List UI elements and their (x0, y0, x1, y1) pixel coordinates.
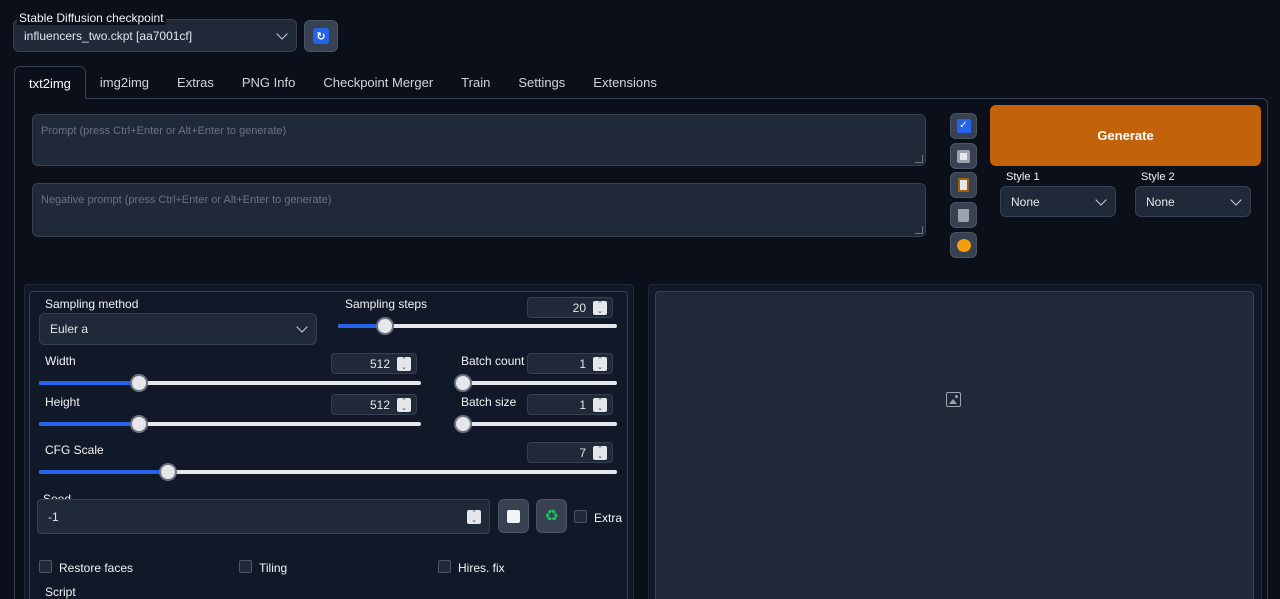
spinner-icon[interactable]: ⌃ ⌄ (593, 446, 607, 460)
resize-handle-icon[interactable] (915, 155, 923, 163)
chevron-down-icon (1230, 193, 1242, 206)
seed-value: -1 (48, 509, 59, 524)
batch-size-value: 1 (579, 397, 586, 412)
sampling-steps-label: Sampling steps (345, 297, 428, 311)
dice-icon (507, 509, 520, 523)
extra-checkbox[interactable] (574, 510, 587, 523)
width-slider[interactable] (39, 374, 421, 392)
height-label: Height (45, 395, 80, 409)
slider-thumb[interactable] (129, 374, 148, 392)
chevron-down-icon (1095, 193, 1107, 206)
slider-fill (39, 470, 169, 474)
floppy-disk-icon (957, 149, 970, 163)
prompt-placeholder: Prompt (press Ctrl+Enter or Alt+Enter to… (41, 125, 287, 137)
tab-txt2img[interactable]: txt2img (14, 66, 86, 99)
generate-button[interactable]: Generate (990, 105, 1261, 166)
width-value: 512 (369, 356, 390, 371)
tab-extensions[interactable]: Extensions (579, 66, 671, 99)
image-icon (946, 392, 961, 407)
style2-value: None (1146, 194, 1175, 209)
batch-count-label: Batch count (461, 354, 525, 368)
slider-fill (39, 422, 139, 426)
restore-faces-checkbox[interactable] (39, 560, 52, 573)
save-style-button[interactable] (950, 143, 977, 169)
style2-label: Style 2 (1141, 171, 1175, 183)
cfg-scale-label: CFG Scale (45, 443, 104, 457)
height-value: 512 (369, 397, 390, 412)
negative-prompt-placeholder: Negative prompt (press Ctrl+Enter or Alt… (41, 194, 332, 206)
random-seed-button[interactable] (498, 499, 529, 533)
slider-thumb[interactable] (376, 317, 395, 335)
sampling-method-value: Euler a (50, 322, 89, 336)
spinner-icon[interactable]: ⌃ ⌄ (593, 357, 607, 371)
slider-thumb[interactable] (129, 415, 148, 433)
spinner-icon[interactable]: ⌃ ⌄ (397, 398, 411, 412)
batch-count-value: 1 (579, 356, 586, 371)
style1-value: None (1011, 194, 1040, 209)
recycle-icon: ♻ (544, 508, 559, 525)
hires-fix-label: Hires. fix (458, 561, 505, 575)
tab-img2img[interactable]: img2img (86, 66, 163, 99)
style1-dropdown[interactable]: None (1000, 186, 1116, 217)
height-slider[interactable] (39, 415, 421, 433)
cfg-scale-slider[interactable] (39, 463, 617, 481)
restore-faces-label: Restore faces (59, 561, 134, 575)
checkpoint-label: Stable Diffusion checkpoint (17, 11, 166, 25)
sampling-steps-input[interactable]: 20 ⌃ ⌄ (527, 297, 613, 318)
tab-settings[interactable]: Settings (504, 66, 579, 99)
style1-label: Style 1 (1006, 171, 1040, 183)
batch-size-slider[interactable] (454, 415, 617, 433)
tiling-checkbox[interactable] (239, 560, 252, 573)
spinner-icon[interactable]: ⌃ ⌄ (467, 510, 481, 524)
negative-prompt-input[interactable]: Negative prompt (press Ctrl+Enter or Alt… (32, 183, 926, 237)
sampling-steps-value: 20 (572, 300, 586, 315)
sampling-method-dropdown[interactable]: Euler a (39, 313, 317, 345)
chevron-down-icon (296, 321, 308, 333)
cfg-scale-value: 7 (579, 445, 586, 460)
height-input[interactable]: 512 ⌃ ⌄ (331, 394, 417, 415)
spinner-icon[interactable]: ⌃ ⌄ (593, 398, 607, 412)
read-params-button[interactable]: ✓ (950, 113, 977, 139)
extra-networks-button[interactable] (950, 232, 977, 258)
tiling-label: Tiling (259, 561, 288, 575)
tab-checkpoint-merger[interactable]: Checkpoint Merger (309, 66, 447, 99)
apply-style-button[interactable] (950, 172, 977, 198)
prompt-input[interactable]: Prompt (press Ctrl+Enter or Alt+Enter to… (32, 114, 926, 166)
trash-icon (958, 208, 969, 222)
width-input[interactable]: 512 ⌃ ⌄ (331, 353, 417, 374)
spinner-icon[interactable]: ⌃ ⌄ (593, 301, 607, 315)
checkmark-icon: ✓ (956, 119, 971, 133)
reuse-seed-button[interactable]: ♻ (536, 499, 567, 533)
hires-fix-checkbox[interactable] (438, 560, 451, 573)
tab-train[interactable]: Train (447, 66, 504, 99)
width-label: Width (45, 354, 76, 368)
output-image-area (655, 291, 1254, 599)
chevron-down-icon (276, 27, 288, 40)
slider-fill (39, 381, 139, 385)
spinner-icon[interactable]: ⌃ ⌄ (397, 357, 411, 371)
slider-thumb[interactable] (454, 374, 472, 392)
refresh-icon: ↻ (313, 28, 329, 44)
refresh-checkpoint-button[interactable]: ↻ (304, 20, 338, 52)
batch-size-input[interactable]: 1 ⌃ ⌄ (527, 394, 613, 415)
batch-size-label: Batch size (461, 395, 517, 409)
tab-extras[interactable]: Extras (163, 66, 228, 99)
cfg-scale-input[interactable]: 7 ⌃ ⌄ (527, 442, 613, 463)
sampling-method-label: Sampling method (45, 297, 139, 311)
slider-thumb[interactable] (454, 415, 472, 433)
batch-count-input[interactable]: 1 ⌃ ⌄ (527, 353, 613, 374)
script-label: Script (45, 585, 76, 599)
clear-prompt-button[interactable] (950, 202, 977, 228)
sampling-steps-slider[interactable] (338, 317, 617, 335)
extra-label: Extra (594, 511, 623, 525)
resize-handle-icon[interactable] (915, 226, 923, 234)
seed-input[interactable]: -1 ⌃ ⌄ (37, 499, 490, 534)
checkpoint-value: influencers_two.ckpt [aa7001cf] (24, 28, 193, 43)
palette-icon (956, 238, 971, 252)
tab-png-info[interactable]: PNG Info (228, 66, 309, 99)
batch-count-slider[interactable] (454, 374, 617, 392)
style2-dropdown[interactable]: None (1135, 186, 1251, 217)
tab-bar: txt2img img2img Extras PNG Info Checkpoi… (14, 66, 671, 99)
clipboard-icon (958, 178, 969, 192)
